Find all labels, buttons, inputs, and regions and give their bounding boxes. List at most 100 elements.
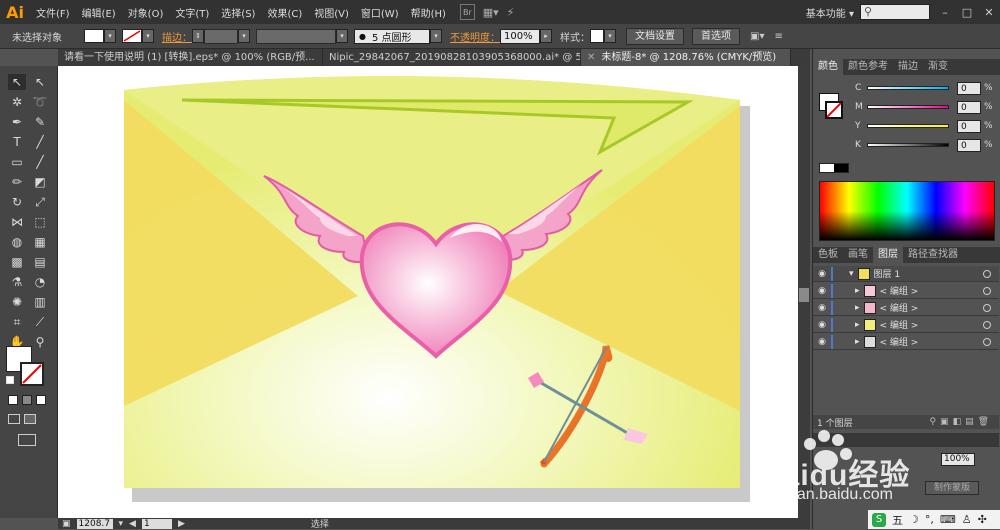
draw-behind-icon[interactable] [24, 414, 36, 424]
menu-file[interactable]: 文件(F) [30, 5, 76, 20]
tab-stroke[interactable]: 描边 [893, 59, 923, 75]
user-icon[interactable]: ♙ [962, 513, 972, 526]
group-row[interactable]: ◉ ▸ < 编组 > [813, 334, 999, 350]
tab-color[interactable]: 颜色 [813, 59, 843, 75]
menu-window[interactable]: 窗口(W) [355, 5, 405, 20]
stroke-weight-stepper[interactable]: ⇕ [192, 29, 204, 43]
none-white-black-swatches[interactable] [819, 163, 849, 173]
zoom-dropdown-icon[interactable]: ▾ [119, 519, 124, 529]
stroke-dropdown[interactable]: ▾ [142, 29, 154, 43]
expand-arrow-icon[interactable]: ▸ [855, 320, 860, 330]
menu-view[interactable]: 视图(V) [308, 5, 355, 20]
target-circle-icon[interactable] [983, 303, 991, 312]
magenta-value[interactable]: 0 [957, 100, 981, 114]
tab-swatches[interactable]: 色板 [813, 247, 843, 263]
ime-mode[interactable]: 五 [892, 512, 903, 528]
direct-selection-tool-icon[interactable]: ↖ [31, 74, 49, 90]
workspace-switcher[interactable]: 基本功能 ▾ [806, 5, 854, 20]
color-spectrum[interactable] [819, 181, 995, 241]
search-input[interactable] [860, 4, 930, 20]
menu-select[interactable]: 选择(S) [215, 5, 261, 20]
slider-yellow[interactable]: Y 0 % [855, 119, 995, 133]
tab-document-2[interactable]: Nipic_29842067_20190828103905368000.ai* … [323, 49, 581, 66]
expand-arrow-icon[interactable]: ▸ [855, 303, 860, 313]
style-swatch[interactable] [590, 29, 604, 43]
visibility-eye-icon[interactable]: ◉ [813, 269, 831, 279]
visibility-eye-icon[interactable]: ◉ [813, 286, 831, 296]
artboard-nav-icon[interactable]: ▣ [62, 519, 71, 529]
pen-tool-icon[interactable]: ✒ [8, 114, 26, 130]
brush-definition[interactable]: ● 5 点圆形 [354, 28, 430, 44]
zoom-tool-icon[interactable]: ⚲ [31, 334, 49, 350]
free-transform-tool-icon[interactable]: ⬚ [31, 214, 49, 230]
gradient-mode-icon[interactable] [22, 395, 32, 405]
target-circle-icon[interactable] [983, 320, 991, 329]
align-icon[interactable]: ▣▾ [750, 31, 764, 42]
gpu-performance-icon[interactable]: ⚡ [507, 4, 515, 20]
black-value[interactable]: 0 [957, 138, 981, 152]
stroke-color-box[interactable] [20, 362, 44, 386]
close-tab-icon[interactable]: ✕ [587, 49, 595, 66]
yellow-value[interactable]: 0 [957, 119, 981, 133]
stroke-swatch[interactable] [122, 29, 142, 43]
menu-object[interactable]: 对象(O) [122, 5, 170, 20]
lasso-tool-icon[interactable]: ➰ [31, 94, 49, 110]
tools-icon[interactable]: ✣ [978, 513, 987, 526]
control-menu-icon[interactable]: ≡ [774, 31, 782, 42]
default-colors-icon[interactable] [6, 376, 14, 384]
tab-pathfinder[interactable]: 路径查找器 [903, 247, 963, 263]
pencil-tool-icon[interactable]: ✏ [8, 174, 26, 190]
draw-normal-icon[interactable] [8, 414, 20, 424]
profile-dropdown[interactable]: ▾ [336, 29, 348, 43]
column-graph-tool-icon[interactable]: ▥ [31, 294, 49, 310]
document-setup-button[interactable]: 文档设置 [626, 27, 684, 45]
target-circle-icon[interactable] [983, 269, 991, 278]
slider-magenta[interactable]: M 0 % [855, 100, 995, 114]
group-row[interactable]: ◉ ▸ < 编组 > [813, 283, 999, 299]
paintbrush-tool-icon[interactable]: ╱ [31, 154, 49, 170]
screen-mode-icon[interactable] [18, 434, 36, 446]
shape-builder-tool-icon[interactable]: ◍ [8, 234, 26, 250]
prev-artboard-icon[interactable]: ◀ [129, 519, 136, 529]
menu-effect[interactable]: 效果(C) [261, 5, 308, 20]
visibility-eye-icon[interactable]: ◉ [813, 303, 831, 313]
tab-layers[interactable]: 图层 [873, 247, 903, 263]
punctuation-icon[interactable]: °, [925, 513, 934, 526]
cyan-value[interactable]: 0 [957, 81, 981, 95]
slider-cyan[interactable]: C 0 % [855, 81, 995, 95]
mesh-tool-icon[interactable]: ▩ [8, 254, 26, 270]
perspective-grid-tool-icon[interactable]: ▦ [31, 234, 49, 250]
symbol-sprayer-tool-icon[interactable]: ✺ [8, 294, 26, 310]
color-mode-icon[interactable] [8, 395, 18, 405]
scale-tool-icon[interactable]: ⤢ [31, 194, 49, 210]
fill-swatch[interactable] [84, 29, 104, 43]
gradient-tool-icon[interactable]: ▤ [31, 254, 49, 270]
rectangle-tool-icon[interactable]: ▭ [8, 154, 26, 170]
bridge-icon[interactable]: Br [459, 4, 475, 20]
maximize-icon[interactable]: □ [956, 6, 978, 19]
minimize-icon[interactable]: – [934, 6, 956, 19]
tab-document-3[interactable]: ✕ 未标题-8* @ 1208.76% (CMYK/预览) [581, 49, 791, 66]
sogou-s-icon[interactable]: S [872, 512, 886, 527]
tab-document-1[interactable]: 请看一下使用说明 (1) [转换].eps* @ 100% (RGB/预... [58, 49, 323, 66]
layer-row[interactable]: ◉ ▾ 图层 1 [813, 266, 999, 282]
width-tool-icon[interactable]: ⋈ [8, 214, 26, 230]
opacity-dropdown[interactable]: ▸ [540, 29, 552, 43]
expand-arrow-icon[interactable]: ▸ [855, 337, 860, 347]
visibility-eye-icon[interactable]: ◉ [813, 337, 831, 347]
canvas[interactable] [58, 66, 798, 518]
artboard-number-field[interactable]: 1 [141, 518, 172, 529]
stroke-weight-field[interactable] [204, 28, 238, 44]
keyboard-icon[interactable]: ⌨ [940, 513, 956, 526]
preferences-button[interactable]: 首选项 [692, 27, 740, 45]
scrollbar-thumb[interactable] [799, 288, 809, 302]
magic-wand-tool-icon[interactable]: ✲ [8, 94, 26, 110]
arrange-documents-icon[interactable]: ▦▾ [483, 4, 499, 20]
slice-tool-icon[interactable]: ⟋ [31, 314, 49, 330]
expand-chevron-icon[interactable]: ▾ [849, 269, 854, 279]
opacity-label[interactable]: 不透明度： [450, 29, 500, 44]
curvature-tool-icon[interactable]: ✎ [31, 114, 49, 130]
moon-icon[interactable]: ☽ [909, 513, 919, 526]
panel-stroke-box[interactable] [825, 101, 843, 119]
eraser-tool-icon[interactable]: ◩ [31, 174, 49, 190]
